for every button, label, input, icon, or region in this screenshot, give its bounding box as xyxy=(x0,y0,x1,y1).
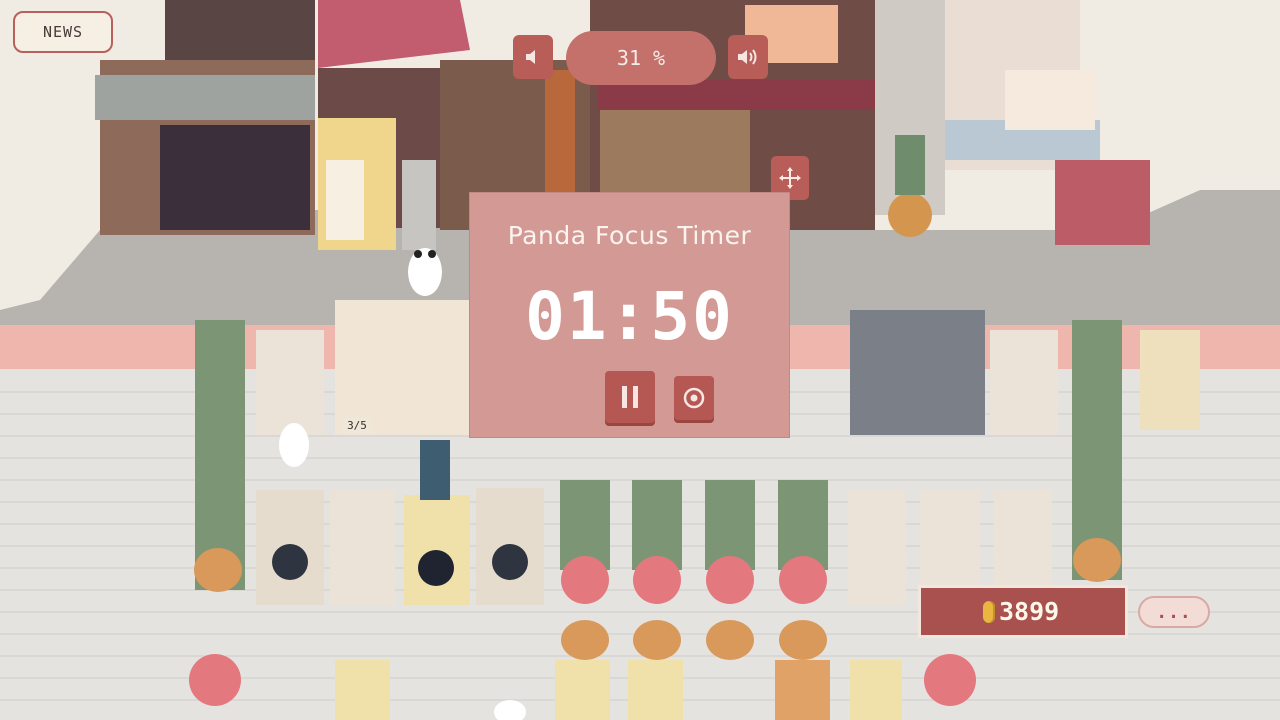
timer-countdown: 01:50 xyxy=(525,278,734,355)
stock-counter: 3/5 xyxy=(342,418,372,434)
coin-amount: 3899 xyxy=(999,597,1060,626)
coin-icon xyxy=(983,600,995,623)
volume-down-button[interactable] xyxy=(513,35,553,79)
speaker-low-icon xyxy=(526,50,535,64)
more-options-button[interactable]: ... xyxy=(1138,596,1210,628)
pause-button[interactable] xyxy=(605,371,655,423)
volume-up-button[interactable] xyxy=(728,35,768,79)
focus-timer-panel: Panda Focus Timer 01:50 xyxy=(470,193,789,437)
target-reset-icon xyxy=(683,387,705,409)
volume-level: 31 % xyxy=(566,31,716,85)
speaker-high-icon xyxy=(738,49,757,65)
reset-button[interactable] xyxy=(674,376,714,420)
timer-title: Panda Focus Timer xyxy=(507,221,752,250)
pause-icon xyxy=(622,386,638,408)
news-button[interactable]: NEWS xyxy=(13,11,113,53)
move-arrows-icon xyxy=(779,167,801,189)
coin-balance: 3899 xyxy=(918,585,1128,638)
